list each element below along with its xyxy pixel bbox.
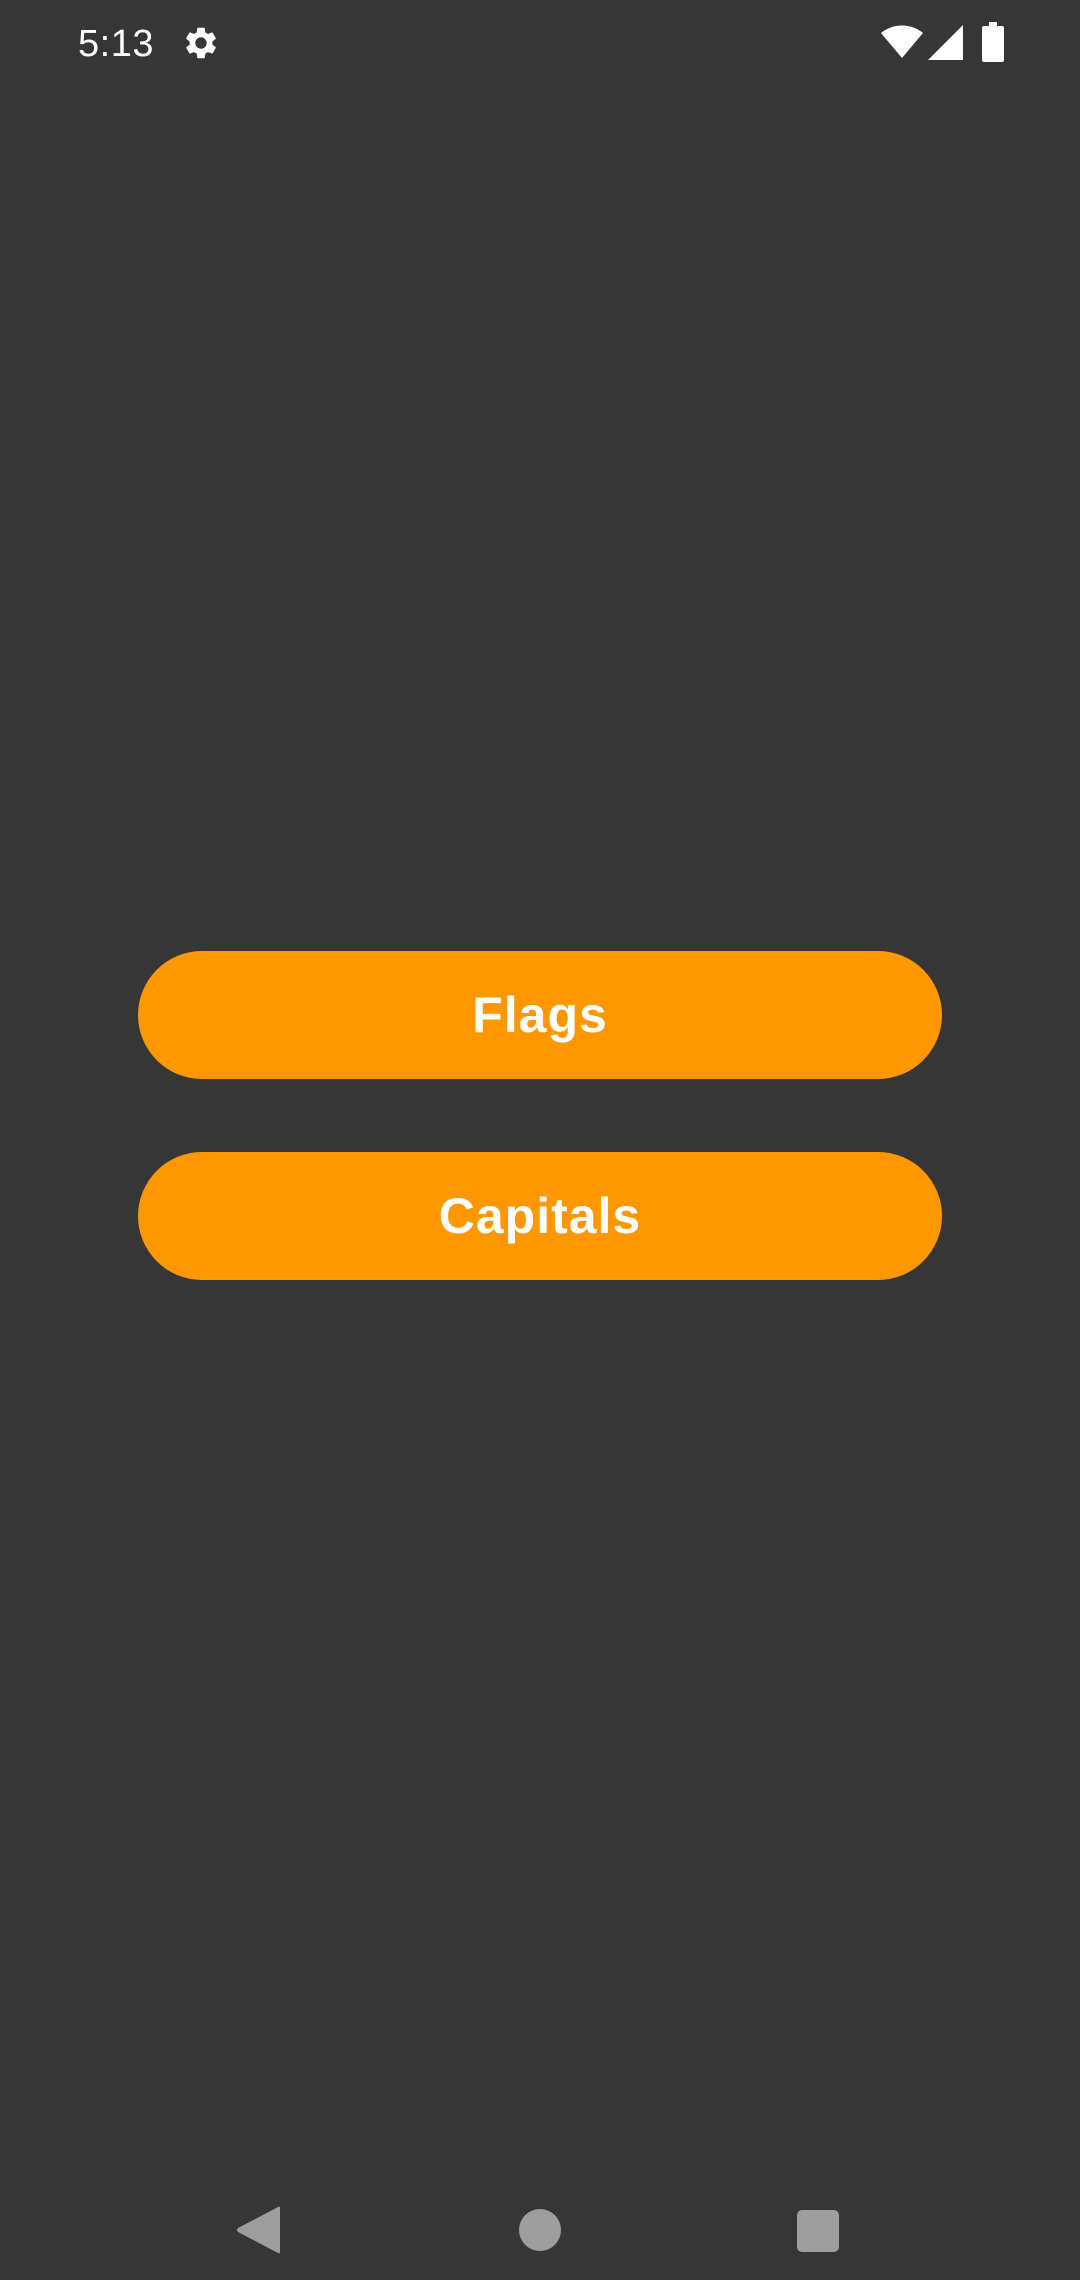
battery-icon [982, 22, 1004, 62]
wifi-icon [881, 25, 923, 58]
app-screen: 5:13 Flags Capitals [0, 0, 1080, 2280]
back-icon[interactable] [236, 2206, 280, 2254]
capitals-button[interactable]: Capitals [138, 1152, 942, 1280]
recents-icon[interactable] [797, 2210, 839, 2252]
status-bar: 5:13 [0, 0, 1080, 90]
home-icon[interactable] [519, 2209, 561, 2251]
gear-icon [186, 27, 216, 59]
status-time: 5:13 [78, 23, 154, 65]
cellular-signal-icon [928, 25, 963, 60]
navigation-bar [0, 2148, 1080, 2280]
flags-button[interactable]: Flags [138, 951, 942, 1079]
